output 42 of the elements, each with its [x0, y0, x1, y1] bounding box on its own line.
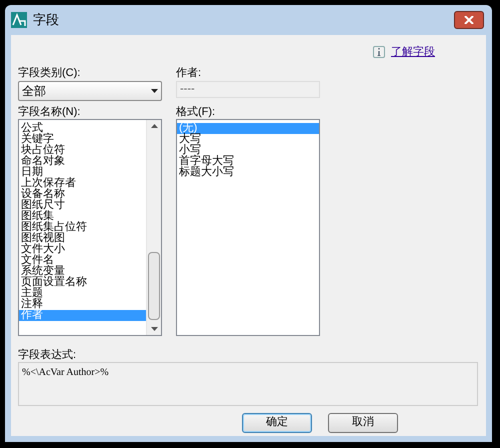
dialog-button[interactable]: 取消 — [328, 412, 398, 432]
field-names-label: 字段名称(N): — [18, 104, 82, 118]
window-title: 字段 — [33, 11, 59, 30]
list-item[interactable]: 块占位符 — [19, 144, 146, 156]
scroll-down-icon[interactable] — [151, 326, 158, 330]
list-item[interactable]: 图纸集占位符 — [19, 222, 146, 232]
list-item[interactable]: 公式 — [19, 122, 146, 134]
scroll-thumb[interactable] — [148, 252, 160, 320]
scrollbar[interactable] — [146, 120, 161, 334]
dropdown-caret-icon — [151, 88, 158, 92]
app-icon — [11, 12, 27, 28]
list-item[interactable]: 上次保存者 — [19, 178, 146, 188]
list-item[interactable]: 日期 — [19, 166, 146, 178]
list-item[interactable]: 关键字 — [19, 134, 146, 144]
list-item[interactable]: 图纸尺寸 — [19, 200, 146, 210]
list-item[interactable]: 文件大小 — [19, 244, 146, 254]
expression-label: 字段表达式: — [18, 348, 78, 362]
author-field[interactable]: ---- — [176, 80, 320, 98]
info-icon — [373, 46, 385, 58]
list-item[interactable]: 设备名称 — [19, 188, 146, 200]
list-item[interactable]: 大写 — [177, 134, 319, 144]
list-item[interactable]: 系统变量 — [19, 266, 146, 276]
list-item[interactable]: 主题 — [19, 288, 146, 298]
list-item[interactable]: 小写 — [177, 144, 319, 156]
scroll-up-icon[interactable] — [151, 124, 158, 128]
expression-field[interactable]: %<\AcVar Author>% — [18, 362, 478, 406]
close-button[interactable] — [454, 11, 484, 29]
help-link[interactable]: 了解字段 — [391, 44, 435, 60]
format-label: 格式(F): — [176, 104, 216, 118]
list-item[interactable]: 标题大小写 — [177, 166, 319, 178]
list-item[interactable]: 注释 — [19, 298, 146, 310]
author-label: 作者: — [176, 66, 202, 80]
close-icon — [464, 16, 474, 24]
list-item[interactable]: 页面设置名称 — [19, 276, 146, 288]
category-dropdown[interactable]: 全部 — [18, 80, 162, 100]
list-item[interactable]: 图纸视图 — [19, 232, 146, 244]
list-item[interactable]: 命名对象 — [19, 156, 146, 166]
category-label: 字段类别(C): — [18, 66, 82, 80]
dialog-button[interactable]: 确定 — [242, 412, 312, 432]
list-item[interactable]: 文件名 — [19, 254, 146, 266]
list-item[interactable]: 首字母大写 — [177, 156, 319, 166]
list-item[interactable]: 图纸集 — [19, 210, 146, 222]
